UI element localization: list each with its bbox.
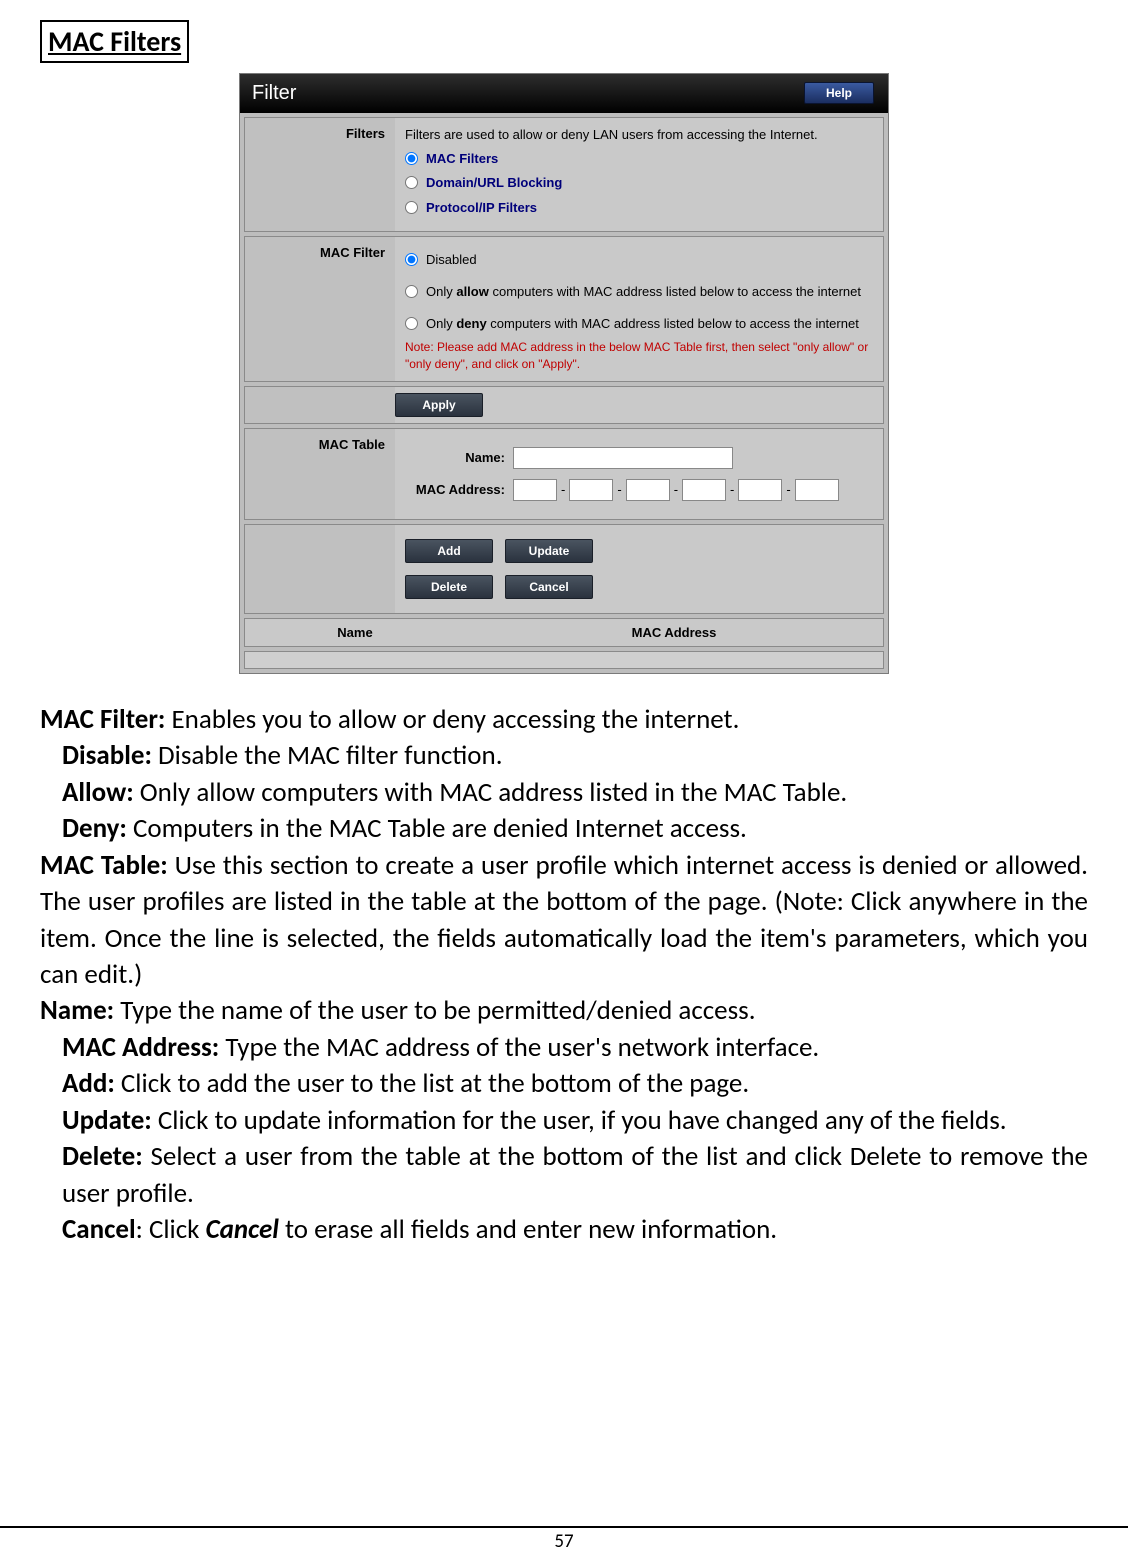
def-macaddr-t: Type the MAC address of the user's netwo…: [219, 1031, 819, 1064]
opt-deny-bold: deny: [456, 316, 486, 331]
mac-dash: -: [730, 481, 734, 499]
mac-table-section: MAC Table Name: MAC Address: - - - - -: [244, 428, 884, 520]
def-mac-table-t: Use this section to create a user profil…: [40, 849, 1088, 991]
mac-address-inputs: - - - - -: [513, 479, 839, 501]
opt-allow-pre: Only: [426, 284, 456, 299]
radio-protocol-filters[interactable]: [405, 201, 418, 214]
mac-octet-3[interactable]: [626, 479, 670, 501]
def-name-b: Name:: [40, 994, 114, 1027]
section-heading: MAC Filters: [40, 20, 189, 63]
opt-only-allow: Only allow computers with MAC address li…: [426, 283, 861, 301]
opt-only-deny: Only deny computers with MAC address lis…: [426, 315, 859, 333]
mac-octet-1[interactable]: [513, 479, 557, 501]
mac-filter-label: MAC Filter: [245, 237, 395, 381]
crud-buttons-section: Add Update Delete Cancel: [244, 524, 884, 614]
cancel-button[interactable]: Cancel: [505, 575, 593, 599]
def-disable-b: Disable:: [62, 739, 152, 772]
radio-only-deny[interactable]: [405, 317, 418, 330]
def-allow-t: Only allow computers with MAC address li…: [134, 776, 848, 809]
def-macaddr-b: MAC Address:: [62, 1031, 219, 1064]
def-cancel-mid: : Click: [136, 1213, 206, 1246]
router-screenshot: Filter Help Filters Filters are used to …: [40, 73, 1088, 674]
filters-label: Filters: [245, 118, 395, 231]
mac-filter-section: MAC Filter Disabled Only allow computers…: [244, 236, 884, 382]
radio-domain-blocking[interactable]: [405, 176, 418, 189]
def-cancel-i: Cancel: [206, 1213, 279, 1246]
name-input[interactable]: [513, 447, 733, 469]
col-mac-address: MAC Address: [465, 619, 883, 646]
filters-desc: Filters are used to allow or deny LAN us…: [405, 126, 873, 144]
filters-section: Filters Filters are used to allow or den…: [244, 117, 884, 232]
opt-allow-post: computers with MAC address listed below …: [489, 284, 861, 299]
mac-dash: -: [617, 481, 621, 499]
def-deny-t: Computers in the MAC Table are denied In…: [127, 812, 747, 845]
def-delete-t: Select a user from the table at the bott…: [62, 1140, 1088, 1209]
mac-dash: -: [561, 481, 565, 499]
mac-table-label: MAC Table: [245, 429, 395, 519]
router-title: Filter: [252, 82, 296, 104]
def-allow-b: Allow:: [62, 776, 134, 809]
col-name: Name: [245, 619, 465, 646]
radio-only-allow[interactable]: [405, 285, 418, 298]
def-mac-table-b: MAC Table:: [40, 849, 168, 882]
def-disable-t: Disable the MAC filter function.: [152, 739, 503, 772]
mac-address-label: MAC Address:: [405, 481, 505, 499]
opt-domain-blocking[interactable]: Domain/URL Blocking: [426, 174, 562, 192]
mac-octet-6[interactable]: [795, 479, 839, 501]
opt-deny-post: computers with MAC address listed below …: [487, 316, 859, 331]
opt-mac-filters[interactable]: MAC Filters: [426, 150, 498, 168]
def-add-b: Add:: [62, 1067, 115, 1100]
def-delete-b: Delete:: [62, 1140, 143, 1173]
radio-mac-filters[interactable]: [405, 152, 418, 165]
mac-table-header: Name MAC Address: [244, 618, 884, 647]
def-add-t: Click to add the user to the list at the…: [115, 1067, 749, 1100]
mac-filter-note: Note: Please add MAC address in the belo…: [405, 339, 873, 373]
apply-button[interactable]: Apply: [395, 393, 483, 417]
opt-disabled: Disabled: [426, 251, 477, 269]
router-titlebar: Filter Help: [240, 74, 888, 113]
opt-protocol-filters[interactable]: Protocol/IP Filters: [426, 199, 537, 217]
delete-button[interactable]: Delete: [405, 575, 493, 599]
def-cancel-b: Cancel: [62, 1213, 136, 1246]
mac-octet-2[interactable]: [569, 479, 613, 501]
page-number: 57: [0, 1526, 1128, 1553]
mac-table-body[interactable]: [244, 651, 884, 669]
add-button[interactable]: Add: [405, 539, 493, 563]
mac-dash: -: [674, 481, 678, 499]
opt-allow-bold: allow: [456, 284, 489, 299]
apply-section: Apply: [244, 386, 884, 424]
help-button[interactable]: Help: [804, 82, 874, 104]
def-update-b: Update:: [62, 1104, 152, 1137]
mac-dash: -: [786, 481, 790, 499]
def-name-t: Type the name of the user to be permitte…: [114, 994, 755, 1027]
opt-deny-pre: Only: [426, 316, 456, 331]
def-deny-b: Deny:: [62, 812, 127, 845]
documentation-text: MAC Filter: Enables you to allow or deny…: [40, 702, 1088, 1249]
update-button[interactable]: Update: [505, 539, 593, 563]
mac-octet-4[interactable]: [682, 479, 726, 501]
radio-disabled[interactable]: [405, 253, 418, 266]
def-mac-filter-t: Enables you to allow or deny accessing t…: [165, 703, 739, 736]
mac-octet-5[interactable]: [738, 479, 782, 501]
def-update-t: Click to update information for the user…: [152, 1104, 1007, 1137]
def-cancel-t: to erase all fields and enter new inform…: [279, 1213, 777, 1246]
name-field-label: Name:: [405, 449, 505, 467]
def-mac-filter-b: MAC Filter:: [40, 703, 165, 736]
